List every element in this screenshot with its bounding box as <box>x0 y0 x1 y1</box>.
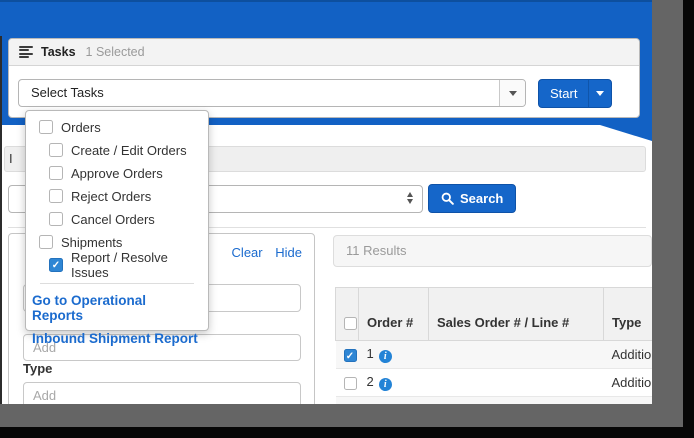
menu-item-label: Orders <box>61 120 101 135</box>
inbound-shipment-report-link[interactable]: Inbound Shipment Report <box>26 331 208 346</box>
type-cell: Additional <box>612 375 653 390</box>
shadow-bottom <box>0 404 683 427</box>
approve-orders-checkbox[interactable] <box>49 166 63 180</box>
select-all-checkbox[interactable] <box>344 317 357 330</box>
chevron-down-icon <box>509 91 517 96</box>
results-count-text: 11 Results <box>346 243 406 258</box>
table-row: 1i Additional <box>336 341 653 369</box>
menu-item-approve-orders[interactable]: Approve Orders <box>26 166 208 180</box>
row-checkbox[interactable] <box>344 377 357 390</box>
info-icon[interactable]: i <box>379 350 392 363</box>
column-header-sales-order[interactable]: Sales Order # / Line # <box>429 288 604 341</box>
select-stepper-icon <box>407 192 413 204</box>
menu-item-label: Approve Orders <box>71 166 163 181</box>
filter-panel-links: Clear Hide <box>232 245 302 260</box>
info-icon[interactable]: i <box>379 378 392 391</box>
column-header-order[interactable]: Order # <box>359 288 429 341</box>
menu-item-label: Shipments <box>61 235 122 250</box>
order-number: 1 <box>367 346 374 361</box>
shadow-right <box>652 0 683 427</box>
shadow-right-edge <box>683 0 694 438</box>
callout-tail <box>600 125 652 141</box>
cancel-orders-checkbox[interactable] <box>49 212 63 226</box>
row-checkbox[interactable] <box>344 349 357 362</box>
tasks-panel-header: Tasks 1 Selected <box>9 39 639 66</box>
menu-item-shipments[interactable]: Shipments <box>26 235 208 249</box>
search-button[interactable]: Search <box>428 184 516 213</box>
results-count-bar: 11 Results <box>333 235 652 267</box>
tasks-list-icon <box>19 46 33 59</box>
start-button[interactable]: Start <box>539 80 588 107</box>
operational-reports-link[interactable]: Go to Operational Reports <box>26 293 208 323</box>
tasks-selected-count: 1 Selected <box>86 45 145 59</box>
start-split-button: Start <box>538 79 612 108</box>
hide-link[interactable]: Hide <box>275 245 302 260</box>
collapsed-bar-text-fragment: I <box>9 151 13 166</box>
reject-orders-checkbox[interactable] <box>49 189 63 203</box>
menu-item-orders[interactable]: Orders <box>26 120 208 134</box>
menu-item-label: Reject Orders <box>71 189 151 204</box>
menu-item-label: Create / Edit Orders <box>71 143 187 158</box>
tasks-dropdown-menu: Orders Create / Edit Orders Approve Orde… <box>25 110 209 331</box>
menu-item-reject-orders[interactable]: Reject Orders <box>26 189 208 203</box>
shadow-bottom-edge <box>0 427 694 438</box>
chevron-down-icon <box>596 91 604 96</box>
create-edit-orders-checkbox[interactable] <box>49 143 63 157</box>
combobox-caret-button[interactable] <box>499 80 525 106</box>
search-button-label: Search <box>460 191 503 206</box>
table-header-row: Order # Sales Order # / Line # Type <box>336 288 653 341</box>
clear-link[interactable]: Clear <box>232 245 263 260</box>
shipments-checkbox[interactable] <box>39 235 53 249</box>
menu-item-cancel-orders[interactable]: Cancel Orders <box>26 212 208 226</box>
select-tasks-combobox[interactable]: Select Tasks <box>18 79 526 107</box>
menu-item-create-edit-orders[interactable]: Create / Edit Orders <box>26 143 208 157</box>
type-filter-label: Type <box>23 361 52 376</box>
menu-item-label: Cancel Orders <box>71 212 155 227</box>
tasks-panel: Tasks 1 Selected Select Tasks Start <box>8 38 640 118</box>
search-icon <box>441 192 454 205</box>
orders-checkbox[interactable] <box>39 120 53 134</box>
order-number: 2 <box>367 374 374 389</box>
column-header-type[interactable]: Type <box>604 288 653 341</box>
start-dropdown-button[interactable] <box>588 80 611 107</box>
select-tasks-value: Select Tasks <box>31 85 104 100</box>
menu-item-label: Report / Resolve Issues <box>71 250 208 280</box>
app-root: Orders & Shipment Tracking Tasks 1 Selec… <box>0 0 694 438</box>
window-left-edge <box>0 36 2 404</box>
type-cell: Additional <box>612 347 653 362</box>
menu-divider <box>40 283 194 284</box>
table-row: 2i Additional <box>336 369 653 397</box>
tasks-panel-title: Tasks <box>41 45 76 59</box>
report-resolve-issues-checkbox[interactable] <box>49 258 63 272</box>
menu-item-report-resolve-issues[interactable]: Report / Resolve Issues <box>26 258 208 272</box>
